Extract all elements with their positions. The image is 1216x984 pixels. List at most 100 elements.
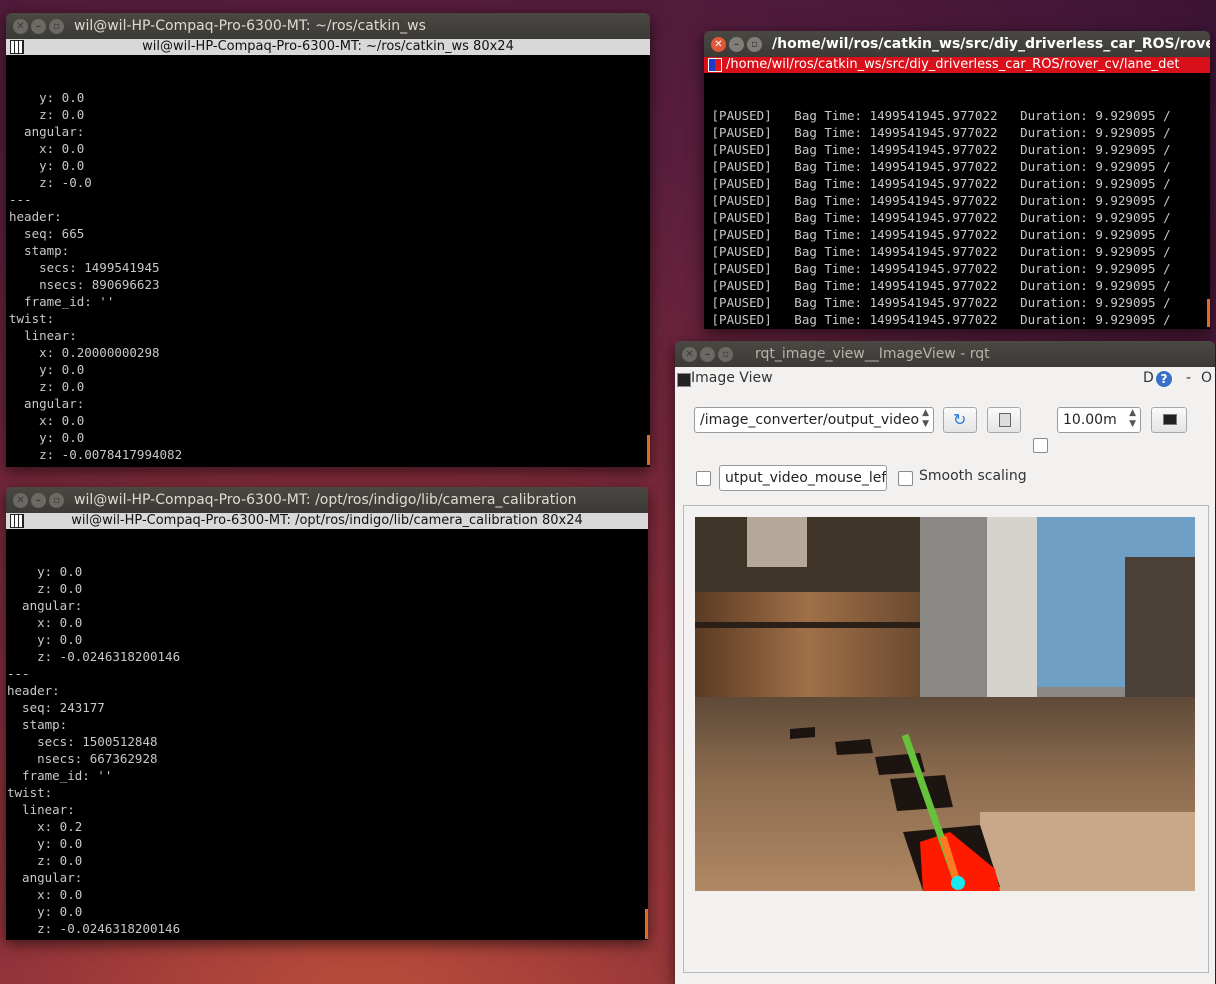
terminal-line: z: 0.0 bbox=[9, 379, 85, 394]
image-frame bbox=[683, 505, 1209, 973]
mouse-publish-checkbox[interactable] bbox=[696, 471, 711, 486]
close-icon[interactable]: ✕ bbox=[13, 492, 28, 508]
terminal-line: header: bbox=[9, 209, 62, 224]
terminal-line: linear: bbox=[7, 802, 75, 817]
terminal-line: [PAUSED] Bag Time: 1499541945.977022 Dur… bbox=[704, 295, 1171, 310]
terminal-output[interactable]: [PAUSED] Bag Time: 1499541945.977022 Dur… bbox=[704, 73, 1210, 329]
terminal-line: [PAUSED] Bag Time: 1499541945.977022 Dur… bbox=[704, 142, 1171, 157]
terminal-line: twist: bbox=[9, 311, 55, 326]
camera-image[interactable] bbox=[695, 517, 1195, 891]
smooth-scaling-checkbox[interactable] bbox=[898, 471, 913, 486]
terminal-tab-icon bbox=[10, 514, 24, 528]
terminal-tab-icon bbox=[708, 58, 722, 72]
window-title: rqt_image_view__ImageView - rqt bbox=[755, 346, 990, 362]
terminal-line: angular: bbox=[7, 598, 83, 613]
terminal-line: --- bbox=[9, 192, 32, 207]
title-bar[interactable]: ✕ – ▫ rqt_image_view__ImageView - rqt bbox=[675, 341, 1215, 367]
rqt-window[interactable]: ✕ – ▫ rqt_image_view__ImageView - rqt Im… bbox=[675, 341, 1215, 984]
terminal-line: y: 0.0 bbox=[9, 362, 85, 377]
terminal-lines: [PAUSED] Bag Time: 1499541945.977022 Dur… bbox=[704, 107, 1210, 329]
terminal-tab[interactable]: /home/wil/ros/catkin_ws/src/diy_driverle… bbox=[704, 57, 1210, 73]
terminal-line: y: 0.0 bbox=[7, 632, 83, 647]
panel-button-minimize[interactable]: - bbox=[1186, 370, 1191, 386]
terminal-lines: y: 0.0 z: 0.0 angular: x: 0.0 y: 0.0 z: … bbox=[9, 89, 650, 467]
maximize-icon[interactable]: ▫ bbox=[718, 346, 733, 362]
tab-label: wil@wil-HP-Compaq-Pro-6300-MT: ~/ros/cat… bbox=[142, 39, 514, 54]
pillar bbox=[987, 517, 1037, 697]
terminal-line: z: -0.0 bbox=[9, 175, 92, 190]
terminal-window-1[interactable]: ✕ – ▫ wil@wil-HP-Compaq-Pro-6300-MT: ~/r… bbox=[6, 13, 650, 467]
cabinet-drawer bbox=[695, 592, 920, 702]
terminal-line: [PAUSED] Bag Time: 1499541945.977022 Dur… bbox=[704, 328, 1210, 329]
terminal-output[interactable]: y: 0.0 z: 0.0 angular: x: 0.0 y: 0.0 z: … bbox=[6, 55, 650, 467]
mouse-topic-field[interactable]: utput_video_mouse_left bbox=[719, 465, 887, 491]
terminal-line: z: -0.0078417994082 bbox=[9, 447, 183, 462]
terminal-lines: y: 0.0 z: 0.0 angular: x: 0.0 y: 0.0 z: … bbox=[7, 563, 648, 940]
terminal-line: x: 0.0 bbox=[7, 615, 83, 630]
save-image-button[interactable] bbox=[987, 407, 1021, 433]
terminal-line: angular: bbox=[7, 870, 83, 885]
terminal-tab[interactable]: wil@wil-HP-Compaq-Pro-6300-MT: ~/ros/cat… bbox=[6, 39, 650, 55]
title-bar[interactable]: ✕ – ▫ wil@wil-HP-Compaq-Pro-6300-MT: ~/r… bbox=[6, 13, 650, 39]
close-icon[interactable]: ✕ bbox=[13, 18, 28, 34]
terminal-tab-icon bbox=[10, 40, 24, 54]
terminal-line: x: 0.2 bbox=[7, 819, 83, 834]
terminal-line: [PAUSED] Bag Time: 1499541945.977022 Dur… bbox=[704, 312, 1171, 327]
terminal-line: linear: bbox=[9, 328, 77, 343]
terminal-line: [PAUSED] Bag Time: 1499541945.977022 Dur… bbox=[704, 193, 1171, 208]
terminal-line: z: 0.0 bbox=[7, 581, 83, 596]
panel-button-d[interactable]: D bbox=[1143, 370, 1154, 386]
scrollbar[interactable] bbox=[1207, 299, 1210, 327]
terminal-line: x: 0.0 bbox=[7, 887, 83, 902]
minimize-icon[interactable]: – bbox=[729, 36, 744, 52]
dock-icon bbox=[677, 373, 691, 387]
title-bar[interactable]: ✕ – ▫ wil@wil-HP-Compaq-Pro-6300-MT: /op… bbox=[6, 487, 648, 513]
close-icon[interactable]: ✕ bbox=[682, 346, 697, 362]
terminal-line: angular: bbox=[9, 124, 85, 139]
terminal-line: --- bbox=[9, 463, 650, 467]
display-button[interactable] bbox=[1151, 407, 1187, 433]
tape-patch-1 bbox=[790, 727, 815, 739]
terminal-line: y: 0.0 bbox=[9, 90, 85, 105]
close-icon[interactable]: ✕ bbox=[711, 36, 726, 52]
terminal-line: --- bbox=[7, 666, 30, 681]
terminal-line: secs: 1500512848 bbox=[7, 734, 158, 749]
minimize-icon[interactable]: – bbox=[31, 18, 46, 34]
help-icon[interactable]: ? bbox=[1156, 371, 1172, 387]
terminal-line: [PAUSED] Bag Time: 1499541945.977022 Dur… bbox=[704, 278, 1171, 293]
poster bbox=[747, 517, 807, 567]
refresh-button[interactable]: ↻ bbox=[943, 407, 977, 433]
panel-button-float[interactable]: O bbox=[1201, 370, 1212, 386]
terminal-window-2[interactable]: ✕ – ▫ wil@wil-HP-Compaq-Pro-6300-MT: /op… bbox=[6, 487, 648, 940]
terminal-window-3[interactable]: ✕ – ▫ /home/wil/ros/catkin_ws/src/diy_dr… bbox=[704, 31, 1210, 329]
scrollbar[interactable] bbox=[647, 435, 650, 465]
terminal-line: --- bbox=[7, 937, 648, 940]
terminal-line: [PAUSED] Bag Time: 1499541945.977022 Dur… bbox=[704, 176, 1171, 191]
terminal-line: [PAUSED] Bag Time: 1499541945.977022 Dur… bbox=[704, 210, 1171, 225]
maximize-icon[interactable]: ▫ bbox=[747, 36, 762, 52]
mouse-topic-value: utput_video_mouse_left bbox=[725, 470, 887, 486]
combo-arrows-icon: ▲ ▼ bbox=[922, 408, 929, 429]
title-bar[interactable]: ✕ – ▫ /home/wil/ros/catkin_ws/src/diy_dr… bbox=[704, 31, 1210, 57]
maximize-icon[interactable]: ▫ bbox=[49, 492, 64, 508]
stove bbox=[695, 517, 920, 592]
terminal-line: z: 0.0 bbox=[7, 853, 83, 868]
monitor-icon bbox=[1163, 414, 1177, 425]
topic-combobox[interactable]: /image_converter/output_video ▲ ▼ bbox=[694, 407, 934, 433]
minimize-icon[interactable]: – bbox=[31, 492, 46, 508]
terminal-line: [PAUSED] Bag Time: 1499541945.977022 Dur… bbox=[704, 108, 1171, 123]
terminal-line: header: bbox=[7, 683, 60, 698]
terminal-line: [PAUSED] Bag Time: 1499541945.977022 Dur… bbox=[704, 244, 1171, 259]
terminal-line: [PAUSED] Bag Time: 1499541945.977022 Dur… bbox=[704, 159, 1171, 174]
timeout-spinbox[interactable]: 10.00m ▲ ▼ bbox=[1057, 407, 1141, 433]
terminal-output[interactable]: y: 0.0 z: 0.0 angular: x: 0.0 y: 0.0 z: … bbox=[6, 529, 648, 940]
scrollbar[interactable] bbox=[645, 909, 648, 939]
terminal-line: nsecs: 667362928 bbox=[7, 751, 158, 766]
terminal-tab[interactable]: wil@wil-HP-Compaq-Pro-6300-MT: /opt/ros/… bbox=[6, 513, 648, 529]
dynamic-range-checkbox[interactable] bbox=[1033, 438, 1048, 453]
minimize-icon[interactable]: – bbox=[700, 346, 715, 362]
maximize-icon[interactable]: ▫ bbox=[49, 18, 64, 34]
terminal-line: nsecs: 890696623 bbox=[9, 277, 160, 292]
terminal-line: secs: 1499541945 bbox=[9, 260, 160, 275]
terminal-line: z: 0.0 bbox=[9, 107, 85, 122]
